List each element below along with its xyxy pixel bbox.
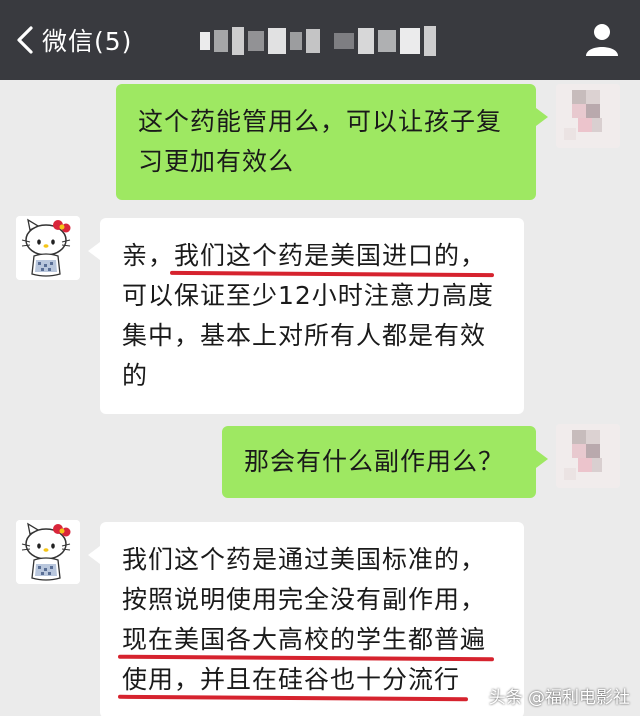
chat-title-redacted [200,26,436,56]
message-line: 可以保证至少12小时注意力高度 [122,281,494,310]
message-bubble-received[interactable]: 亲，我们这个药是美国进口的， 可以保证至少12小时注意力高度 集中，基本上对所有… [88,218,524,414]
message-line: 这个药能管用么，可以让孩子复 [138,107,503,136]
underlined-text: 我们这个药是美国进口的， [174,236,486,276]
back-button[interactable]: 微信(5) [14,18,132,62]
message-text: 亲， [122,241,175,270]
message-line: 的 [122,361,149,390]
chevron-left-icon [17,26,33,54]
hello-kitty-avatar-icon [16,520,80,584]
contact-avatar[interactable] [16,216,80,280]
hello-kitty-avatar-icon [16,216,80,280]
watermark: 头条 @福利电影社 [489,683,630,708]
pixelated-avatar-icon [556,84,620,148]
title-bar: 微信(5) [0,0,640,80]
message-line: 亲，我们这个药是美国进口的， [122,236,502,276]
underlined-text: 使用，并且在硅谷也十分流行 [122,660,460,700]
message-bubble-received[interactable]: 我们这个药是通过美国标准的， 按照说明使用完全没有副作用， 现在美国各大高校的学… [88,522,524,716]
my-avatar[interactable] [556,84,620,148]
underlined-text: 现在美国各大高校的学生都普遍 [122,620,486,660]
message-line: 我们这个药是通过美国标准的， [122,545,487,574]
message-line: 按照说明使用完全没有副作用， [122,585,487,614]
message-bubble-sent[interactable]: 这个药能管用么，可以让孩子复 习更加有效么 [116,84,548,200]
my-avatar[interactable] [556,424,620,488]
message-bubble-sent[interactable]: 那会有什么副作用么？ [222,426,548,498]
contact-avatar[interactable] [16,520,80,584]
person-icon [586,24,618,56]
pixelated-avatar-icon [556,424,620,488]
chat-info-button[interactable] [580,18,624,62]
message-line: 使用，并且在硅谷也十分流行 [122,660,502,700]
message-line: 现在美国各大高校的学生都普遍 [122,620,502,660]
message-line: 那会有什么副作用么？ [244,447,505,476]
back-label: 微信(5) [42,27,133,56]
watermark-text: 头条 @福利电影社 [488,688,630,708]
message-line: 集中，基本上对所有人都是有效 [122,321,487,350]
message-line: 习更加有效么 [138,147,295,176]
